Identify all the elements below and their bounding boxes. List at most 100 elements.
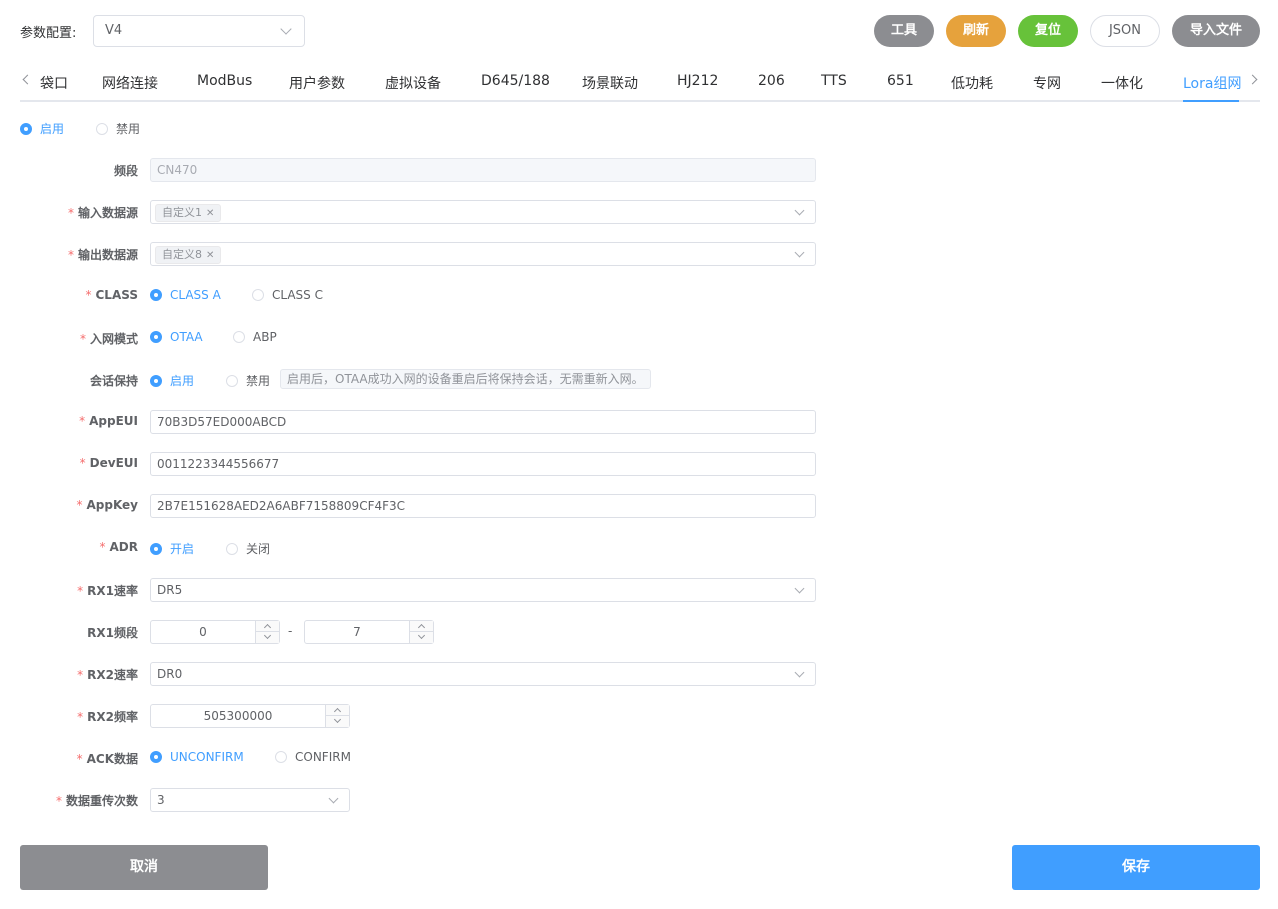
cancel-button[interactable]: 取消 (20, 845, 268, 890)
session-off-radio[interactable]: 禁用 (226, 372, 270, 389)
tab-651[interactable]: 651 (887, 73, 914, 89)
rx1-band-label: RX1频段 (87, 626, 138, 640)
session-keep-label: 会话保持 (89, 374, 138, 388)
deveui-label: * DevEUI (79, 456, 138, 470)
tab-network[interactable]: 网络连接 (102, 73, 158, 93)
ack-unconfirm-radio[interactable]: UNCONFIRM (150, 750, 244, 764)
rx2-rate-select[interactable]: DR0 (150, 662, 816, 686)
config-version-value: V4 (105, 23, 123, 38)
tab-tts[interactable]: TTS (821, 73, 847, 89)
tab-user-params[interactable]: 用户参数 (289, 73, 345, 93)
rx2-freq-stepper[interactable]: 505300000 (150, 704, 350, 728)
tab-scroll-left-icon[interactable] (22, 74, 33, 85)
chevron-down-icon (794, 583, 805, 594)
rx1-band-to-stepper[interactable]: 7 (304, 620, 434, 644)
tab-hj212[interactable]: HJ212 (677, 73, 718, 89)
output-source-select[interactable]: 自定义8 ✕ (150, 242, 816, 266)
retries-label: * 数据重传次数 (55, 794, 138, 808)
chevron-down-icon (794, 205, 805, 216)
output-source-label: * 输出数据源 (67, 248, 138, 262)
tab-private-network[interactable]: 专网 (1033, 73, 1061, 93)
session-hint: 启用后，OTAA成功入网的设备重启后将保持会话，无需重新入网。 (280, 369, 651, 389)
band-input: CN470 (150, 158, 816, 182)
radio-checked-icon (150, 374, 162, 387)
tab-port[interactable]: 袋口 (40, 73, 68, 93)
config-version-select[interactable]: V4 (93, 15, 305, 47)
radio-unchecked-icon (226, 374, 238, 387)
session-on-radio[interactable]: 启用 (150, 372, 194, 389)
radio-checked-icon (150, 751, 162, 763)
radio-checked-icon (150, 331, 162, 343)
tab-virtual-device[interactable]: 虚拟设备 (385, 73, 441, 93)
refresh-button[interactable]: 刷新 (946, 15, 1006, 47)
input-source-label: * 输入数据源 (67, 206, 138, 220)
appkey-label: * AppKey (76, 498, 138, 512)
tools-button[interactable]: 工具 (874, 15, 934, 47)
deveui-input[interactable]: 0011223344556677 (150, 452, 816, 476)
radio-unchecked-icon (233, 331, 245, 343)
radio-checked-icon (150, 289, 162, 301)
tab-d645[interactable]: D645/188 (481, 73, 550, 89)
radio-unchecked-icon (252, 289, 264, 301)
radio-checked-icon (150, 542, 162, 555)
rx1-band-from-stepper[interactable]: 0 (150, 620, 280, 644)
chevron-down-icon (280, 23, 292, 35)
rx2-freq-label: * RX2频率 (77, 710, 138, 724)
radio-unchecked-icon (275, 751, 287, 763)
tab-scroll-right-icon[interactable] (1247, 74, 1258, 85)
enable-radio-off[interactable]: 禁用 (96, 120, 140, 137)
tab-bar: 袋口 网络连接 ModBus 用户参数 虚拟设备 D645/188 场景联动 H… (20, 62, 1260, 102)
adr-off-radio[interactable]: 关闭 (226, 540, 270, 557)
join-otaa-radio[interactable]: OTAA (150, 330, 203, 344)
appeui-input[interactable]: 70B3D57ED000ABCD (150, 410, 816, 434)
radio-checked-icon (20, 122, 32, 135)
rx1-rate-select[interactable]: DR5 (150, 578, 816, 602)
retries-select[interactable]: 3 (150, 788, 350, 812)
input-source-select[interactable]: 自定义1 ✕ (150, 200, 816, 224)
tab-low-power[interactable]: 低功耗 (951, 73, 993, 93)
tab-lora-network[interactable]: Lora组网 (1183, 73, 1241, 93)
class-label: * CLASS (85, 288, 139, 302)
decrement-icon[interactable] (326, 716, 349, 727)
increment-icon[interactable] (326, 705, 349, 716)
tab-modbus[interactable]: ModBus (197, 73, 252, 89)
increment-icon[interactable] (410, 621, 433, 632)
radio-unchecked-icon (96, 122, 108, 135)
ack-label: * ACK数据 (76, 752, 138, 766)
header-bar: 参数配置: V4 工具 刷新 复位 JSON 导入文件 (0, 0, 1278, 62)
chevron-down-icon (328, 793, 339, 804)
adr-label: * ADR (99, 540, 139, 554)
ack-confirm-radio[interactable]: CONFIRM (275, 750, 351, 764)
input-source-tag: 自定义1 ✕ (155, 204, 222, 222)
save-button[interactable]: 保存 (1012, 845, 1260, 890)
import-file-button[interactable]: 导入文件 (1172, 15, 1260, 47)
appkey-input[interactable]: 2B7E151628AED2A6ABF7158809CF4F3C (150, 494, 816, 518)
radio-unchecked-icon (226, 542, 238, 555)
range-separator: - (288, 624, 293, 638)
tab-active-indicator (1183, 100, 1239, 102)
decrement-icon[interactable] (256, 632, 279, 643)
adr-on-radio[interactable]: 开启 (150, 540, 194, 557)
close-icon[interactable]: ✕ (206, 250, 214, 261)
output-source-tag: 自定义8 ✕ (155, 246, 222, 264)
enable-radio-on[interactable]: 启用 (20, 120, 64, 137)
reset-button[interactable]: 复位 (1018, 15, 1078, 47)
decrement-icon[interactable] (410, 632, 433, 643)
tab-206[interactable]: 206 (758, 73, 785, 89)
class-a-radio[interactable]: CLASS A (150, 288, 221, 302)
chevron-down-icon (794, 667, 805, 678)
json-button[interactable]: JSON (1090, 15, 1160, 47)
close-icon[interactable]: ✕ (206, 208, 214, 219)
rx1-rate-label: * RX1速率 (77, 584, 138, 598)
config-label: 参数配置: (20, 26, 77, 41)
rx2-rate-label: * RX2速率 (77, 668, 138, 682)
chevron-down-icon (794, 247, 805, 258)
join-mode-label: * 入网模式 (79, 332, 138, 346)
class-c-radio[interactable]: CLASS C (252, 288, 323, 302)
join-abp-radio[interactable]: ABP (233, 330, 277, 344)
tab-scene-linkage[interactable]: 场景联动 (582, 73, 638, 93)
band-label: 频段 (113, 164, 138, 178)
appeui-label: * AppEUI (79, 414, 138, 428)
increment-icon[interactable] (256, 621, 279, 632)
tab-integrated[interactable]: 一体化 (1101, 73, 1143, 93)
